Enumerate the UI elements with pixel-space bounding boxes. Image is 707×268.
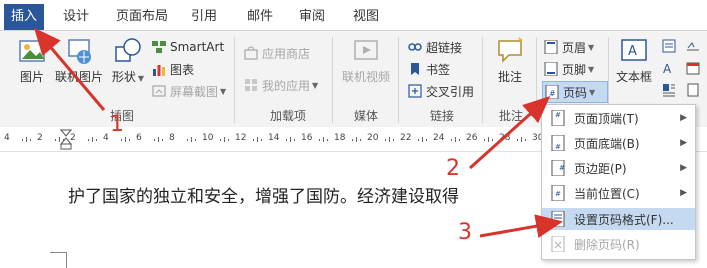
annotation-step-1: 1 [110,112,124,137]
annotation-arrow-3 [479,214,563,238]
annotation-step-2: 2 [446,156,460,181]
annotation-step-3: 3 [458,220,472,245]
annotation-arrow-2 [468,95,551,170]
annotation-arrows [34,27,563,238]
annotation-arrow-1 [34,27,106,111]
